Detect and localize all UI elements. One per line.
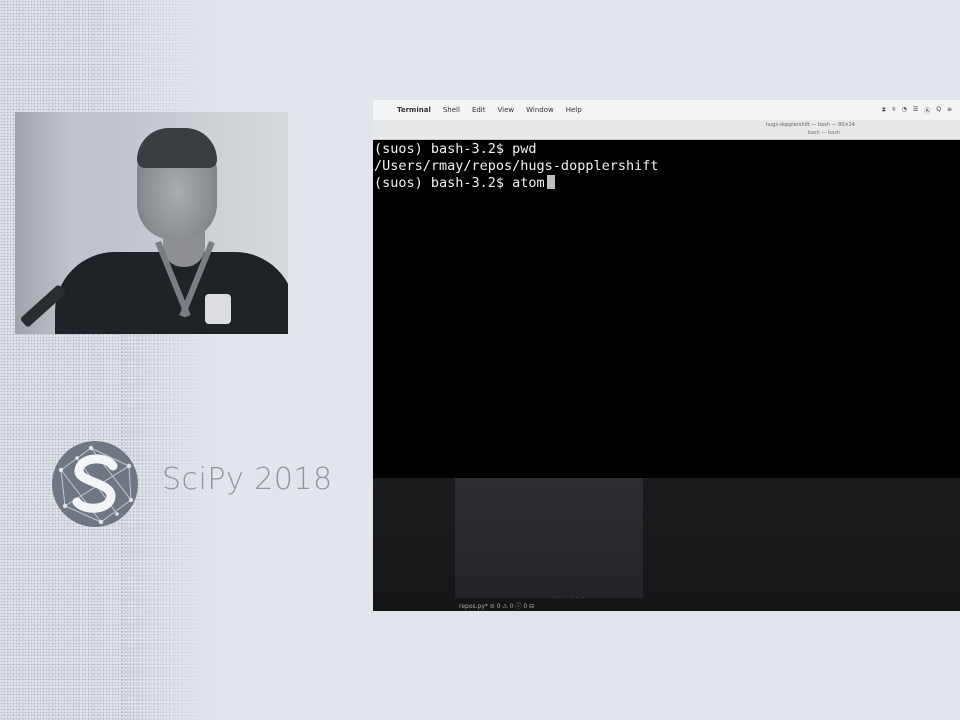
window-tab-title[interactable]: bash — bash <box>808 130 840 136</box>
editor-window-behind: . . . . . . repos.py* ⊘ 0 ⚠ 0 ⓘ 0 ⊟ <box>373 478 960 611</box>
panel-dots: . . . . . . <box>553 593 585 600</box>
menu-shell[interactable]: Shell <box>443 106 460 114</box>
terminal-output[interactable]: (suos) bash-3.2$ pwd /Users/rmay/repos/h… <box>373 140 960 478</box>
terminal-line: (suos) bash-3.2$ pwd <box>374 141 537 157</box>
name-badge <box>205 294 231 324</box>
menubar-status-icons: ⧗ ⌾ ◔ ☰ Ⓐ Q ≡ <box>882 106 952 115</box>
spotlight-icon[interactable]: Q <box>936 106 941 115</box>
speaker-video-feed <box>15 112 288 334</box>
status-icon-3[interactable]: ◔ <box>902 106 907 115</box>
terminal-titlebar[interactable]: hugs-dopplershift — bash — 80×24 bash — … <box>373 120 960 140</box>
macos-menubar: Terminal Shell Edit View Window Help ⧗ ⌾… <box>373 100 960 120</box>
conference-title: SciPy 2018 <box>162 462 333 497</box>
notification-icon[interactable]: ≡ <box>947 106 952 115</box>
status-icon-4[interactable]: ☰ <box>913 106 918 115</box>
menu-terminal[interactable]: Terminal <box>397 106 431 114</box>
terminal-line: /Users/rmay/repos/hugs-dopplershift <box>374 158 659 174</box>
window-title: hugs-dopplershift — bash — 80×24 <box>765 122 855 128</box>
status-icon-2[interactable]: ⌾ <box>892 106 896 115</box>
terminal-current-input[interactable]: atom <box>512 175 545 191</box>
status-icon-1[interactable]: ⧗ <box>882 106 886 115</box>
scipy-logo-icon <box>52 441 138 527</box>
menu-window[interactable]: Window <box>526 106 554 114</box>
terminal-prompt: (suos) bash-3.2$ <box>374 175 513 191</box>
menubar-menus: Terminal Shell Edit View Window Help <box>397 106 582 114</box>
terminal-cursor <box>546 175 555 189</box>
terminal-prompt-line[interactable]: (suos) bash-3.2$ atom <box>374 175 960 192</box>
editor-status-bar: repos.py* ⊘ 0 ⚠ 0 ⓘ 0 ⊟ <box>459 603 535 610</box>
screen-capture: Terminal Shell Edit View Window Help ⧗ ⌾… <box>373 100 960 611</box>
menu-edit[interactable]: Edit <box>472 106 486 114</box>
editor-panel <box>455 478 643 598</box>
menu-help[interactable]: Help <box>566 106 582 114</box>
menu-view[interactable]: View <box>498 106 515 114</box>
status-icon-5[interactable]: Ⓐ <box>924 106 930 115</box>
speaker-hair <box>137 128 217 168</box>
speaker-torso <box>55 252 288 334</box>
